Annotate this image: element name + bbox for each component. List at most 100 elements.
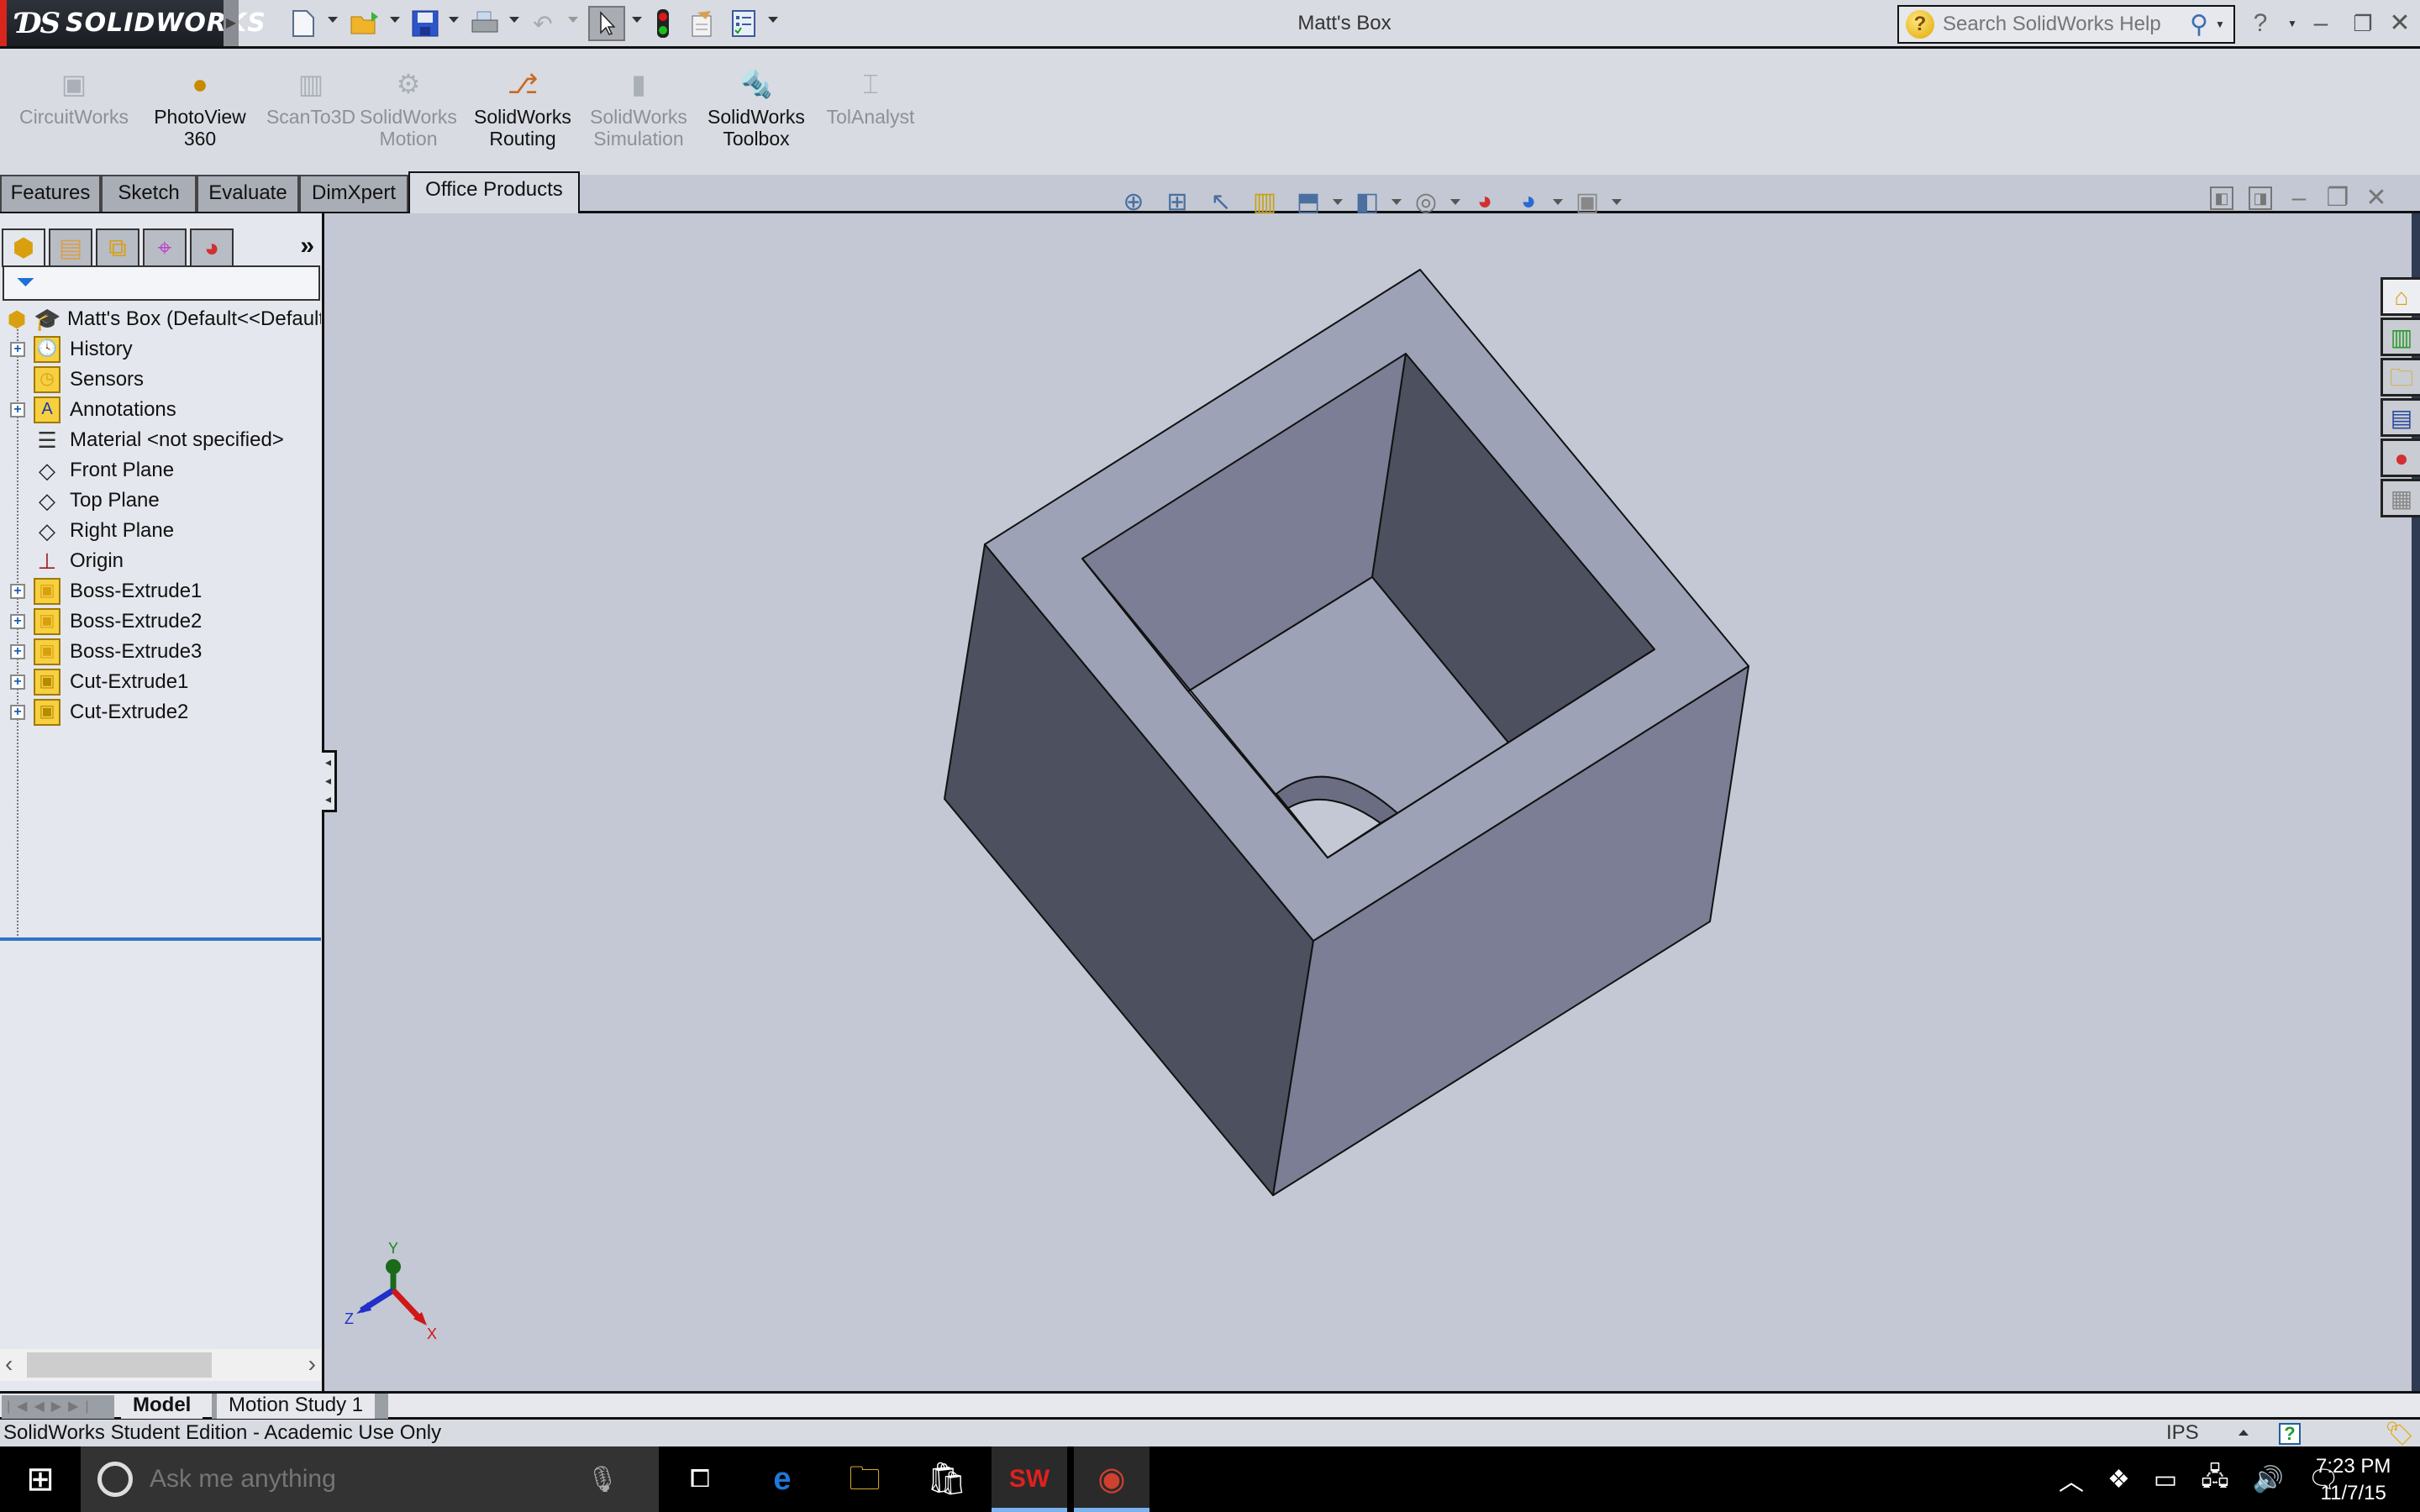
tab-motion-study[interactable]: Motion Study 1 (212, 1394, 389, 1419)
rollback-bar[interactable] (0, 937, 321, 941)
solidworks-logo[interactable]: ƊS SOLIDWORKS (0, 0, 266, 46)
start-button[interactable]: ⊞ (0, 1446, 81, 1512)
new-file-icon[interactable] (289, 8, 318, 39)
tree-filter-input[interactable]: ⏷ (3, 265, 320, 301)
appearances-scenes-icon[interactable]: ● (2381, 438, 2420, 477)
tags-icon[interactable]: 🏷 (2385, 1420, 2415, 1447)
scroll-left-icon[interactable]: ‹ (5, 1351, 13, 1378)
doc-close-button[interactable]: ✕ (2365, 186, 2388, 211)
restore-button[interactable]: ❐ (2346, 7, 2380, 40)
cortana-search-input[interactable] (150, 1465, 587, 1494)
tree-item-boss-extrude3[interactable]: + ▣ Boss-Extrude3 (0, 637, 321, 667)
expand-icon[interactable]: + (10, 342, 25, 357)
chrome-icon[interactable]: ◉ (1074, 1446, 1150, 1512)
doc-minimize-button[interactable]: – (2287, 186, 2311, 211)
display-style-dropdown[interactable] (1392, 198, 1402, 205)
hide-show-dropdown[interactable] (1450, 198, 1460, 205)
previous-view-icon[interactable]: ↖ (1205, 187, 1237, 217)
expand-icon[interactable]: + (10, 402, 25, 417)
open-dropdown[interactable] (390, 17, 400, 23)
undo-dropdown[interactable] (568, 17, 578, 23)
task-view-icon[interactable]: ⧠ (662, 1446, 738, 1512)
tree-item-top-plane[interactable]: ◇ Top Plane (0, 486, 321, 516)
tree-root-part[interactable]: ⬢ 🎓 Matt's Box (Default<<Default> (0, 304, 321, 334)
view-orientation-icon[interactable]: ⬒ (1292, 187, 1324, 217)
tab-dimxpert[interactable]: DimXpert (299, 175, 408, 212)
battery-icon[interactable]: ▭ (2154, 1465, 2177, 1494)
close-button[interactable]: ✕ (2383, 7, 2417, 40)
expand-icon[interactable]: + (10, 584, 25, 599)
scroll-right-icon[interactable]: › (308, 1351, 316, 1378)
view-settings-dropdown[interactable] (1612, 198, 1622, 205)
save-icon[interactable] (410, 8, 440, 39)
custom-properties-icon[interactable]: ▦ (2381, 479, 2420, 517)
new-dropdown[interactable] (328, 17, 338, 23)
network-icon[interactable]: 🖧 (2201, 1458, 2228, 1501)
solidworks-taskbar-icon[interactable]: SW (992, 1446, 1067, 1512)
expand-icon[interactable]: + (10, 644, 25, 659)
taskbar-clock[interactable]: 7:23 PM 11/7/15 (2316, 1453, 2391, 1507)
command-solidworks-toolbox-button[interactable]: 🔩 SolidWorks Toolbox (697, 67, 815, 150)
search-icon[interactable]: ⚲ (2190, 10, 2208, 39)
hide-show-items-icon[interactable]: ◎ (1410, 187, 1442, 217)
zoom-to-fit-icon[interactable]: ⊕ (1118, 187, 1150, 217)
scrollbar-thumb[interactable] (27, 1352, 212, 1378)
command-photoview-360-button[interactable]: ● PhotoView 360 (141, 67, 259, 150)
command-tolanalyst-button[interactable]: ⌶ TolAnalyst (812, 67, 929, 128)
tab-model[interactable]: Model (121, 1394, 203, 1419)
help-search-input[interactable] (1943, 13, 2186, 36)
displaymanager-tab-icon[interactable]: ◕ (190, 228, 234, 267)
rebuild-traffic-light-icon[interactable] (654, 8, 672, 39)
expand-icon[interactable]: + (10, 705, 25, 720)
apply-scene-icon[interactable]: ◕ (1512, 187, 1544, 216)
edge-browser-icon[interactable]: e (744, 1446, 820, 1512)
tab-evaluate[interactable]: Evaluate (197, 175, 299, 212)
propertymanager-tab-icon[interactable]: ▤ (49, 228, 92, 267)
tree-item-right-plane[interactable]: ◇ Right Plane (0, 516, 321, 546)
search-dropdown-icon[interactable]: ▼ (2215, 18, 2225, 30)
minimize-button[interactable]: – (2304, 7, 2338, 40)
view-palette-icon[interactable]: ▤ (2381, 398, 2420, 437)
store-icon[interactable]: 🛍 (909, 1446, 985, 1512)
command-circuitworks-button[interactable]: ▣ CircuitWorks (15, 67, 133, 128)
design-library-icon[interactable]: ▥ (2381, 318, 2420, 356)
split-right-icon[interactable]: ◨ (2249, 186, 2272, 210)
solidworks-resources-icon[interactable]: ⌂ (2381, 277, 2420, 316)
options-icon[interactable] (729, 8, 758, 39)
zoom-to-area-icon[interactable]: ⊞ (1161, 187, 1193, 217)
doc-restore-button[interactable]: ❐ (2326, 186, 2349, 211)
tab-scroll-buttons[interactable]: |◀◀▶▶| (2, 1395, 114, 1419)
file-explorer-taskbar-icon[interactable]: 🗀 (827, 1446, 902, 1512)
apply-scene-dropdown[interactable] (1553, 198, 1563, 205)
select-dropdown[interactable] (632, 17, 642, 23)
command-solidworks-simulation-button[interactable]: ▮ SolidWorks Simulation (580, 67, 697, 150)
volume-icon[interactable]: 🔊 (2253, 1465, 2284, 1494)
tree-item-cut-extrude2[interactable]: + ▣ Cut-Extrude2 (0, 697, 321, 727)
graphics-area[interactable] (327, 213, 2382, 1391)
view-orientation-dropdown[interactable] (1333, 198, 1343, 205)
tab-features[interactable]: Features (0, 175, 101, 212)
tab-sketch[interactable]: Sketch (101, 175, 197, 212)
expand-icon[interactable]: + (10, 675, 25, 690)
tree-item-front-plane[interactable]: ◇ Front Plane (0, 455, 321, 486)
more-tabs-icon[interactable]: » (300, 232, 314, 260)
tray-overflow-icon[interactable]: ︿ (2059, 1461, 2084, 1498)
units-menu-arrow-icon[interactable] (2238, 1430, 2249, 1436)
tree-item-material-not-specified[interactable]: ☰ Material <not specified> (0, 425, 321, 455)
undo-icon[interactable]: ↶ (528, 8, 558, 39)
panel-collapse-handle[interactable]: ◂ ◂ ◂ (322, 750, 337, 812)
dropbox-icon[interactable]: ❖ (2107, 1465, 2130, 1494)
select-cursor-icon[interactable] (588, 6, 625, 41)
tree-item-annotations[interactable]: + A Annotations (0, 395, 321, 425)
save-dropdown[interactable] (449, 17, 459, 23)
tree-item-cut-extrude1[interactable]: + ▣ Cut-Extrude1 (0, 667, 321, 697)
tree-item-history[interactable]: + 🕓 History (0, 334, 321, 365)
microphone-icon[interactable]: 🎙 (587, 1465, 618, 1494)
command-solidworks-routing-button[interactable]: ⎇ SolidWorks Routing (464, 67, 581, 150)
print-icon[interactable] (469, 8, 501, 39)
print-dropdown[interactable] (509, 17, 519, 23)
section-view-icon[interactable]: ▥ (1249, 187, 1281, 217)
featuremanager-tab-icon[interactable]: ⬢ (2, 228, 45, 267)
quick-tips-icon[interactable]: ? (2279, 1423, 2301, 1445)
file-properties-icon[interactable] (687, 8, 716, 39)
